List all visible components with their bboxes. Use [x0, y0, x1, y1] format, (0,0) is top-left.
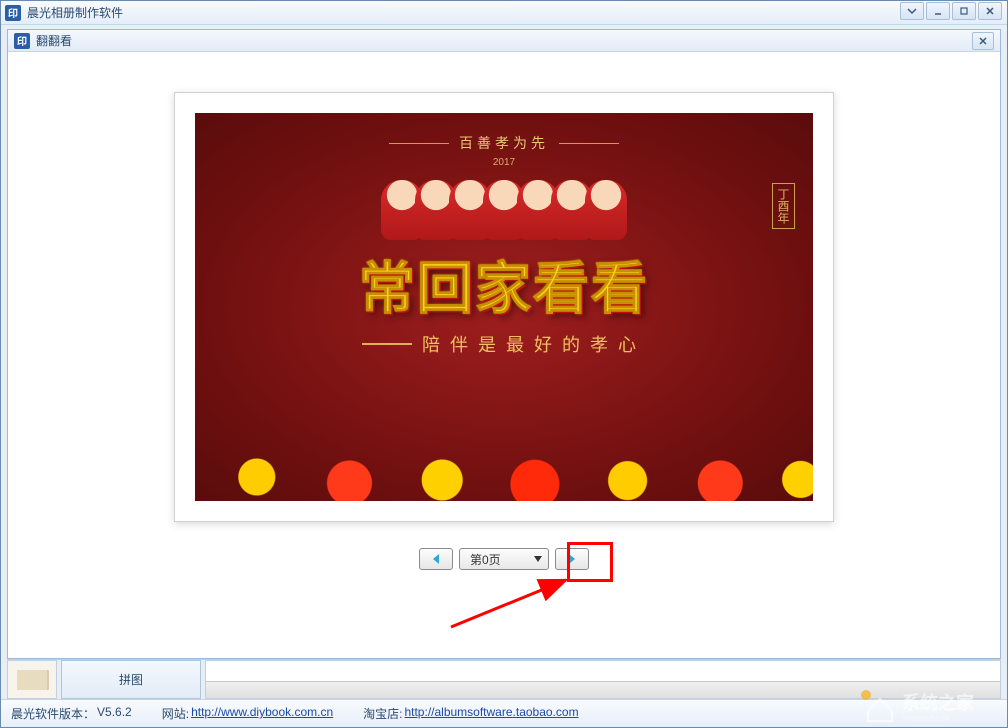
page-select-dropdown[interactable]: 第0页	[459, 548, 549, 570]
page-navigation: 第0页	[419, 548, 589, 570]
annotation-arrow	[446, 572, 586, 632]
page-select-label: 第0页	[470, 551, 501, 568]
version-value: V5.6.2	[97, 705, 132, 722]
pintu-label: 拼图	[119, 671, 143, 688]
website-label: 网站:	[162, 705, 189, 722]
poster-year: 2017	[493, 157, 515, 168]
website-info: 网站: http://www.diybook.com.cn	[162, 705, 333, 722]
maximize-button[interactable]	[952, 2, 976, 20]
inner-close-button[interactable]	[972, 32, 994, 50]
inner-titlebar[interactable]: 印 翻翻看	[8, 30, 1000, 52]
bottom-strip: 拼图	[7, 659, 1001, 699]
page-canvas: 百善孝为先 2017 丁酉年 常回家看看 陪伴是最好的孝心	[174, 92, 834, 522]
next-page-button[interactable]	[555, 548, 589, 570]
minimize-button[interactable]	[926, 2, 950, 20]
poster-flowers	[195, 441, 813, 501]
poster-content: 百善孝为先 2017 丁酉年 常回家看看 陪伴是最好的孝心	[195, 113, 813, 501]
preview-window: 印 翻翻看 百善孝为先 2017 丁酉年 常回家看看 陪伴是最好的	[7, 29, 1001, 659]
version-label: 晨光软件版本：	[11, 705, 95, 722]
close-button[interactable]	[978, 2, 1002, 20]
main-window: 印 晨光相册制作软件 印 翻翻看	[0, 0, 1008, 728]
poster-sub-text: 陪伴是最好的孝心	[362, 331, 646, 357]
inner-window-title: 翻翻看	[36, 32, 966, 49]
outer-window-title: 晨光相册制作软件	[27, 4, 1003, 21]
poster-side-text: 丁酉年	[772, 183, 795, 229]
thumbnail-panel[interactable]	[7, 660, 57, 699]
taobao-link[interactable]: http://albumsoftware.taobao.com	[404, 705, 578, 722]
bottom-scroll-area[interactable]	[205, 660, 1001, 699]
taobao-info: 淘宝店: http://albumsoftware.taobao.com	[363, 705, 578, 722]
dropdown-caret-icon	[534, 556, 542, 562]
window-dropdown-button[interactable]	[900, 2, 924, 20]
viewer-area: 百善孝为先 2017 丁酉年 常回家看看 陪伴是最好的孝心	[8, 52, 1000, 658]
inner-app-icon: 印	[14, 33, 30, 49]
poster-family-illustration	[385, 180, 623, 240]
outer-titlebar[interactable]: 印 晨光相册制作软件	[1, 1, 1007, 25]
taobao-label: 淘宝店:	[363, 705, 402, 722]
status-bar: 晨光软件版本： V5.6.2 网站: http://www.diybook.co…	[1, 699, 1007, 727]
app-icon: 印	[5, 5, 21, 21]
page-thumbnail	[17, 670, 47, 690]
poster-main-text: 常回家看看	[359, 244, 649, 325]
poster-top-text: 百善孝为先	[389, 133, 619, 153]
prev-page-button[interactable]	[419, 548, 453, 570]
pintu-button[interactable]: 拼图	[61, 660, 201, 699]
version-info: 晨光软件版本： V5.6.2	[11, 705, 132, 722]
website-link[interactable]: http://www.diybook.com.cn	[191, 705, 333, 722]
